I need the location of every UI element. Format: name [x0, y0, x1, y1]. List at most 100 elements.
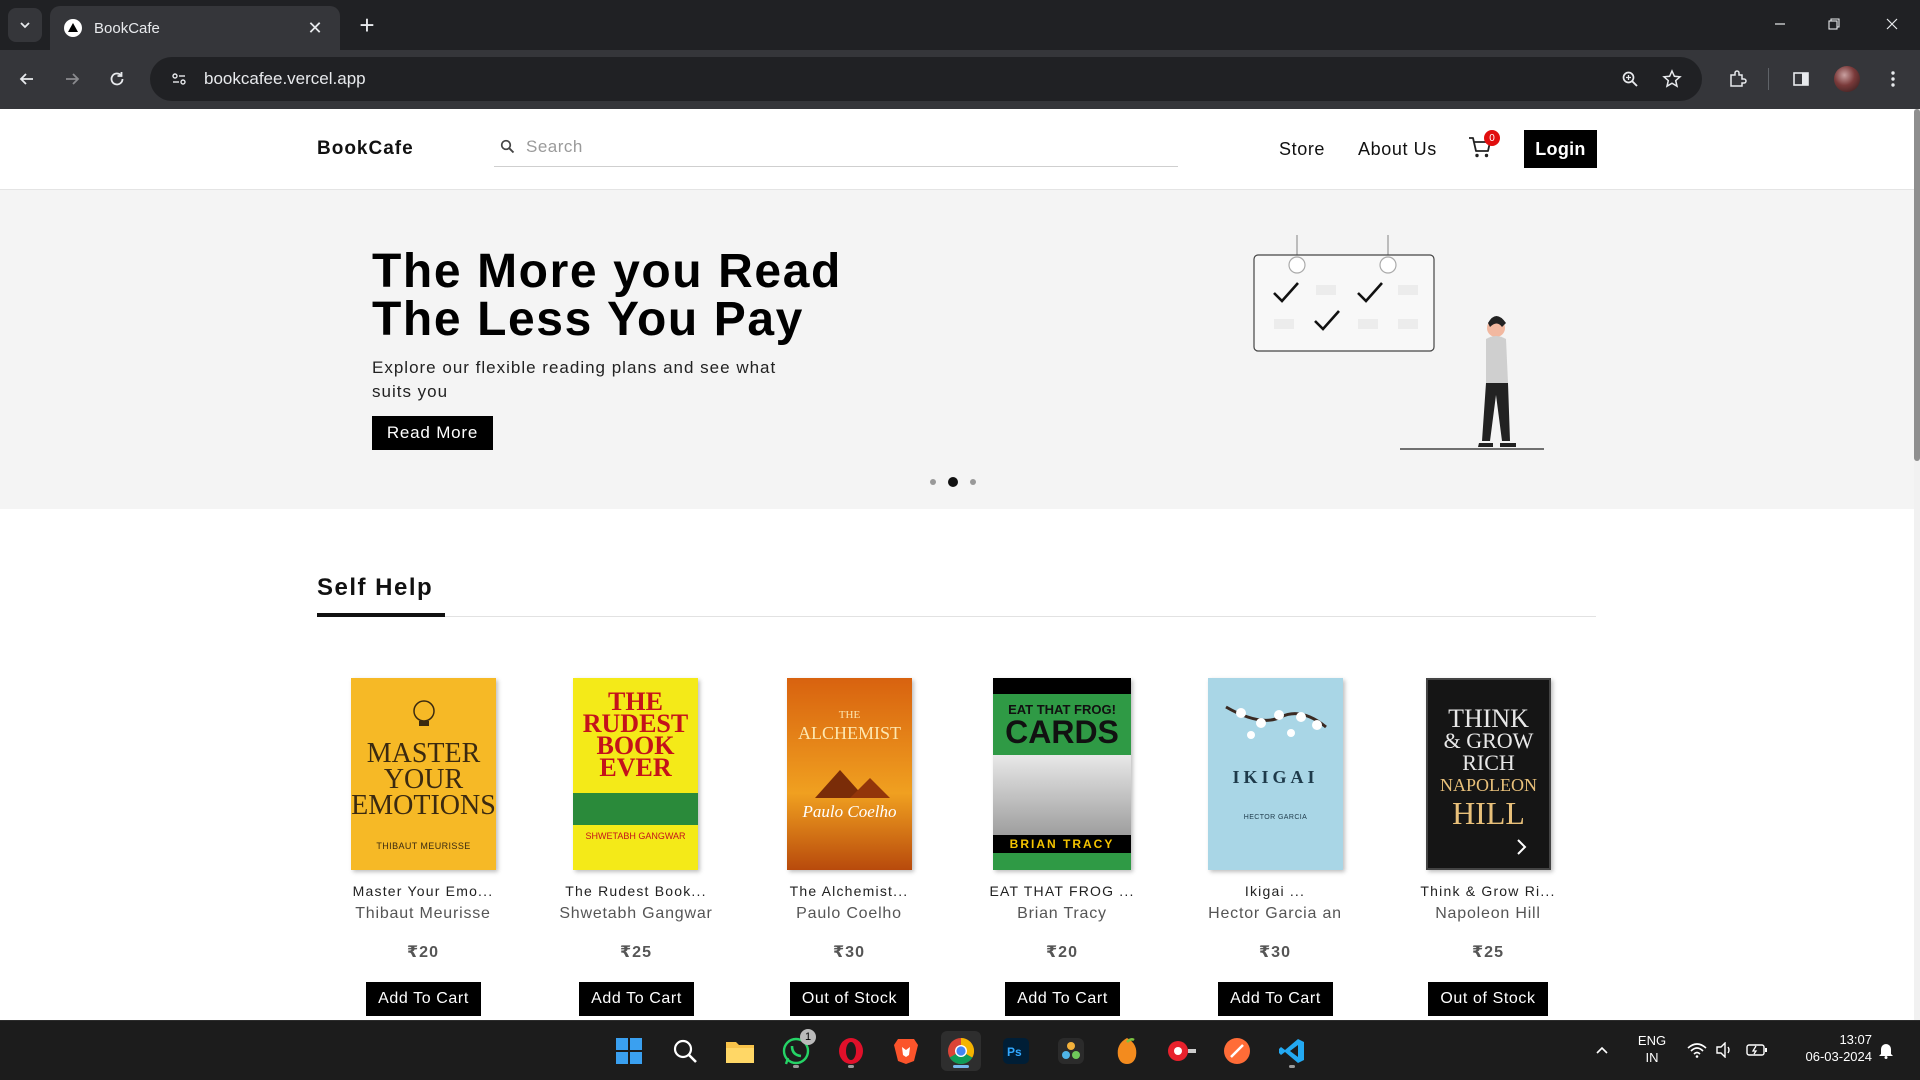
book-cover-image[interactable]: IKIGAI HECTOR GARCIA — [1208, 678, 1343, 870]
book-title[interactable]: The Rudest Book... — [546, 883, 726, 899]
bookmark-star-icon[interactable] — [1657, 64, 1687, 94]
read-more-button[interactable]: Read More — [372, 416, 493, 450]
close-window-button[interactable] — [1864, 0, 1920, 48]
extensions-icon[interactable] — [1720, 62, 1754, 96]
book-price: ₹20 — [1046, 944, 1078, 961]
cover-author: Paulo Coelho — [802, 802, 897, 821]
scrollbar-thumb[interactable] — [1914, 109, 1920, 461]
book-title[interactable]: EAT THAT FROG ... — [972, 883, 1152, 899]
book-author: Thibaut Meurisse — [355, 905, 491, 922]
carousel-dot-2[interactable] — [948, 477, 958, 487]
side-panel-icon[interactable] — [1784, 62, 1818, 96]
cover-author: THIBAUT MEURISSE — [376, 841, 471, 851]
notification-bell-icon[interactable] — [1875, 1039, 1897, 1061]
tab-search-button[interactable] — [8, 8, 42, 42]
taskbar-search-button[interactable] — [665, 1031, 705, 1071]
book-card[interactable]: EAT THAT FROG! CARDS BRIAN TRACY EAT THA… — [972, 678, 1152, 1020]
search-bar[interactable] — [494, 127, 1178, 167]
book-card[interactable]: THINK & GROW RICH NAPOLEON HILL Think & … — [1398, 678, 1578, 1020]
fl-studio-button[interactable] — [1107, 1031, 1147, 1071]
whatsapp-button[interactable]: 1 — [776, 1029, 816, 1071]
book-title[interactable]: The Alchemist... — [759, 883, 939, 899]
new-tab-button[interactable]: + — [352, 10, 382, 40]
language-indicator[interactable]: ENG IN — [1628, 1032, 1676, 1066]
hero-subtitle: Explore our flexible reading plans and s… — [372, 358, 777, 401]
back-button[interactable] — [10, 62, 44, 96]
add-to-cart-button[interactable]: Add To Cart — [579, 982, 694, 1016]
restore-icon — [1828, 18, 1840, 30]
carousel-next-button[interactable] — [1508, 834, 1534, 860]
url-text[interactable]: bookcafee.vercel.app — [204, 69, 366, 89]
page-scrollbar[interactable] — [1914, 109, 1920, 1020]
book-title[interactable]: Master Your Emo... — [333, 883, 513, 899]
address-bar[interactable]: bookcafee.vercel.app — [150, 57, 1702, 101]
menu-kebab-icon[interactable] — [1876, 62, 1910, 96]
photoshop-button[interactable]: Ps — [996, 1031, 1036, 1071]
cover-author: HECTOR GARCIA — [1243, 814, 1308, 821]
cover-clock-art — [993, 755, 1131, 835]
book-card[interactable]: THE RUDEST BOOK EVER SHWETABH GANGWAR The R… — [546, 678, 726, 1020]
profile-avatar[interactable] — [1834, 66, 1860, 92]
language-code: ENG — [1637, 1033, 1667, 1048]
add-to-cart-button[interactable]: Add To Cart — [366, 982, 481, 1016]
book-title[interactable]: Ikigai ... — [1185, 883, 1365, 899]
cover-text: THE ALCHEMIST — [798, 709, 901, 743]
browser-toolbar: bookcafee.vercel.app — [0, 50, 1920, 109]
carousel-dot-3[interactable] — [970, 479, 976, 485]
add-to-cart-button[interactable]: Add To Cart — [1005, 982, 1120, 1016]
wifi-icon[interactable] — [1686, 1039, 1708, 1061]
browser-tab[interactable]: BookCafe ✕ — [50, 6, 340, 50]
running-indicator — [848, 1065, 854, 1068]
davinci-resolve-button[interactable] — [1051, 1031, 1091, 1071]
search-icon — [673, 1039, 697, 1063]
chrome-button[interactable] — [941, 1031, 981, 1071]
book-cover-image[interactable]: THE RUDEST BOOK EVER SHWETABH GANGWAR — [573, 678, 698, 870]
restore-button[interactable] — [1806, 0, 1862, 48]
opera-button[interactable] — [831, 1031, 871, 1071]
book-price: ₹25 — [1472, 944, 1504, 961]
section-title-self-help: Self Help — [317, 574, 434, 601]
davinci-resolve-icon — [1058, 1038, 1084, 1064]
add-to-cart-button[interactable]: Add To Cart — [1218, 982, 1333, 1016]
brand-logo[interactable]: BookCafe — [317, 138, 414, 160]
cover-top-band — [993, 678, 1131, 694]
minimize-button[interactable] — [1752, 0, 1808, 48]
book-author: Paulo Coelho — [796, 905, 902, 922]
book-title[interactable]: Think & Grow Ri... — [1398, 883, 1578, 899]
section-divider — [317, 616, 1596, 617]
book-card[interactable]: IKIGAI HECTOR GARCIA Ikigai ... Hector G… — [1185, 678, 1365, 1020]
book-cover-image[interactable]: EAT THAT FROG! CARDS BRIAN TRACY — [993, 678, 1131, 870]
chevron-right-icon — [1517, 839, 1527, 855]
postman-button[interactable] — [1217, 1031, 1257, 1071]
forward-button[interactable] — [55, 62, 89, 96]
checklist-woman-illustration — [1253, 235, 1544, 450]
close-tab-icon[interactable]: ✕ — [304, 17, 326, 39]
book-card[interactable]: THE ALCHEMIST Paulo Coelho The Alchemist.… — [759, 678, 939, 1020]
battery-charging-icon[interactable] — [1746, 1039, 1768, 1061]
nav-link-store[interactable]: Store — [1279, 139, 1325, 160]
out-of-stock-button[interactable]: Out of Stock — [1428, 982, 1548, 1016]
carousel-dot-1[interactable] — [930, 479, 936, 485]
volume-icon[interactable] — [1713, 1039, 1735, 1061]
start-button[interactable] — [609, 1031, 649, 1071]
screen-recorder-button[interactable] — [1162, 1031, 1202, 1071]
site-info-icon[interactable] — [164, 64, 194, 94]
book-cover-image[interactable]: THE ALCHEMIST Paulo Coelho — [787, 678, 912, 870]
nav-link-about-us[interactable]: About Us — [1358, 139, 1437, 160]
show-hidden-icons-chevron-up-icon[interactable] — [1591, 1039, 1613, 1061]
book-card[interactable]: MASTER YOUR EMOTIONS THIBAUT MEURISSE Mast… — [333, 678, 513, 1020]
reload-button[interactable] — [100, 62, 134, 96]
opera-icon — [839, 1038, 863, 1064]
out-of-stock-button[interactable]: Out of Stock — [790, 982, 909, 1016]
postman-icon — [1224, 1038, 1250, 1064]
cover-text: IKIGAI — [1232, 767, 1319, 787]
brave-button[interactable] — [886, 1031, 926, 1071]
minimize-icon — [1775, 23, 1785, 25]
zoom-icon[interactable] — [1615, 64, 1645, 94]
file-explorer-button[interactable] — [720, 1031, 760, 1071]
search-input[interactable] — [526, 136, 1146, 157]
login-button[interactable]: Login — [1524, 130, 1597, 168]
book-cover-image[interactable]: MASTER YOUR EMOTIONS THIBAUT MEURISSE — [351, 678, 496, 870]
clock[interactable]: 13:07 06-03-2024 — [1782, 1031, 1873, 1065]
vscode-button[interactable] — [1272, 1031, 1312, 1071]
